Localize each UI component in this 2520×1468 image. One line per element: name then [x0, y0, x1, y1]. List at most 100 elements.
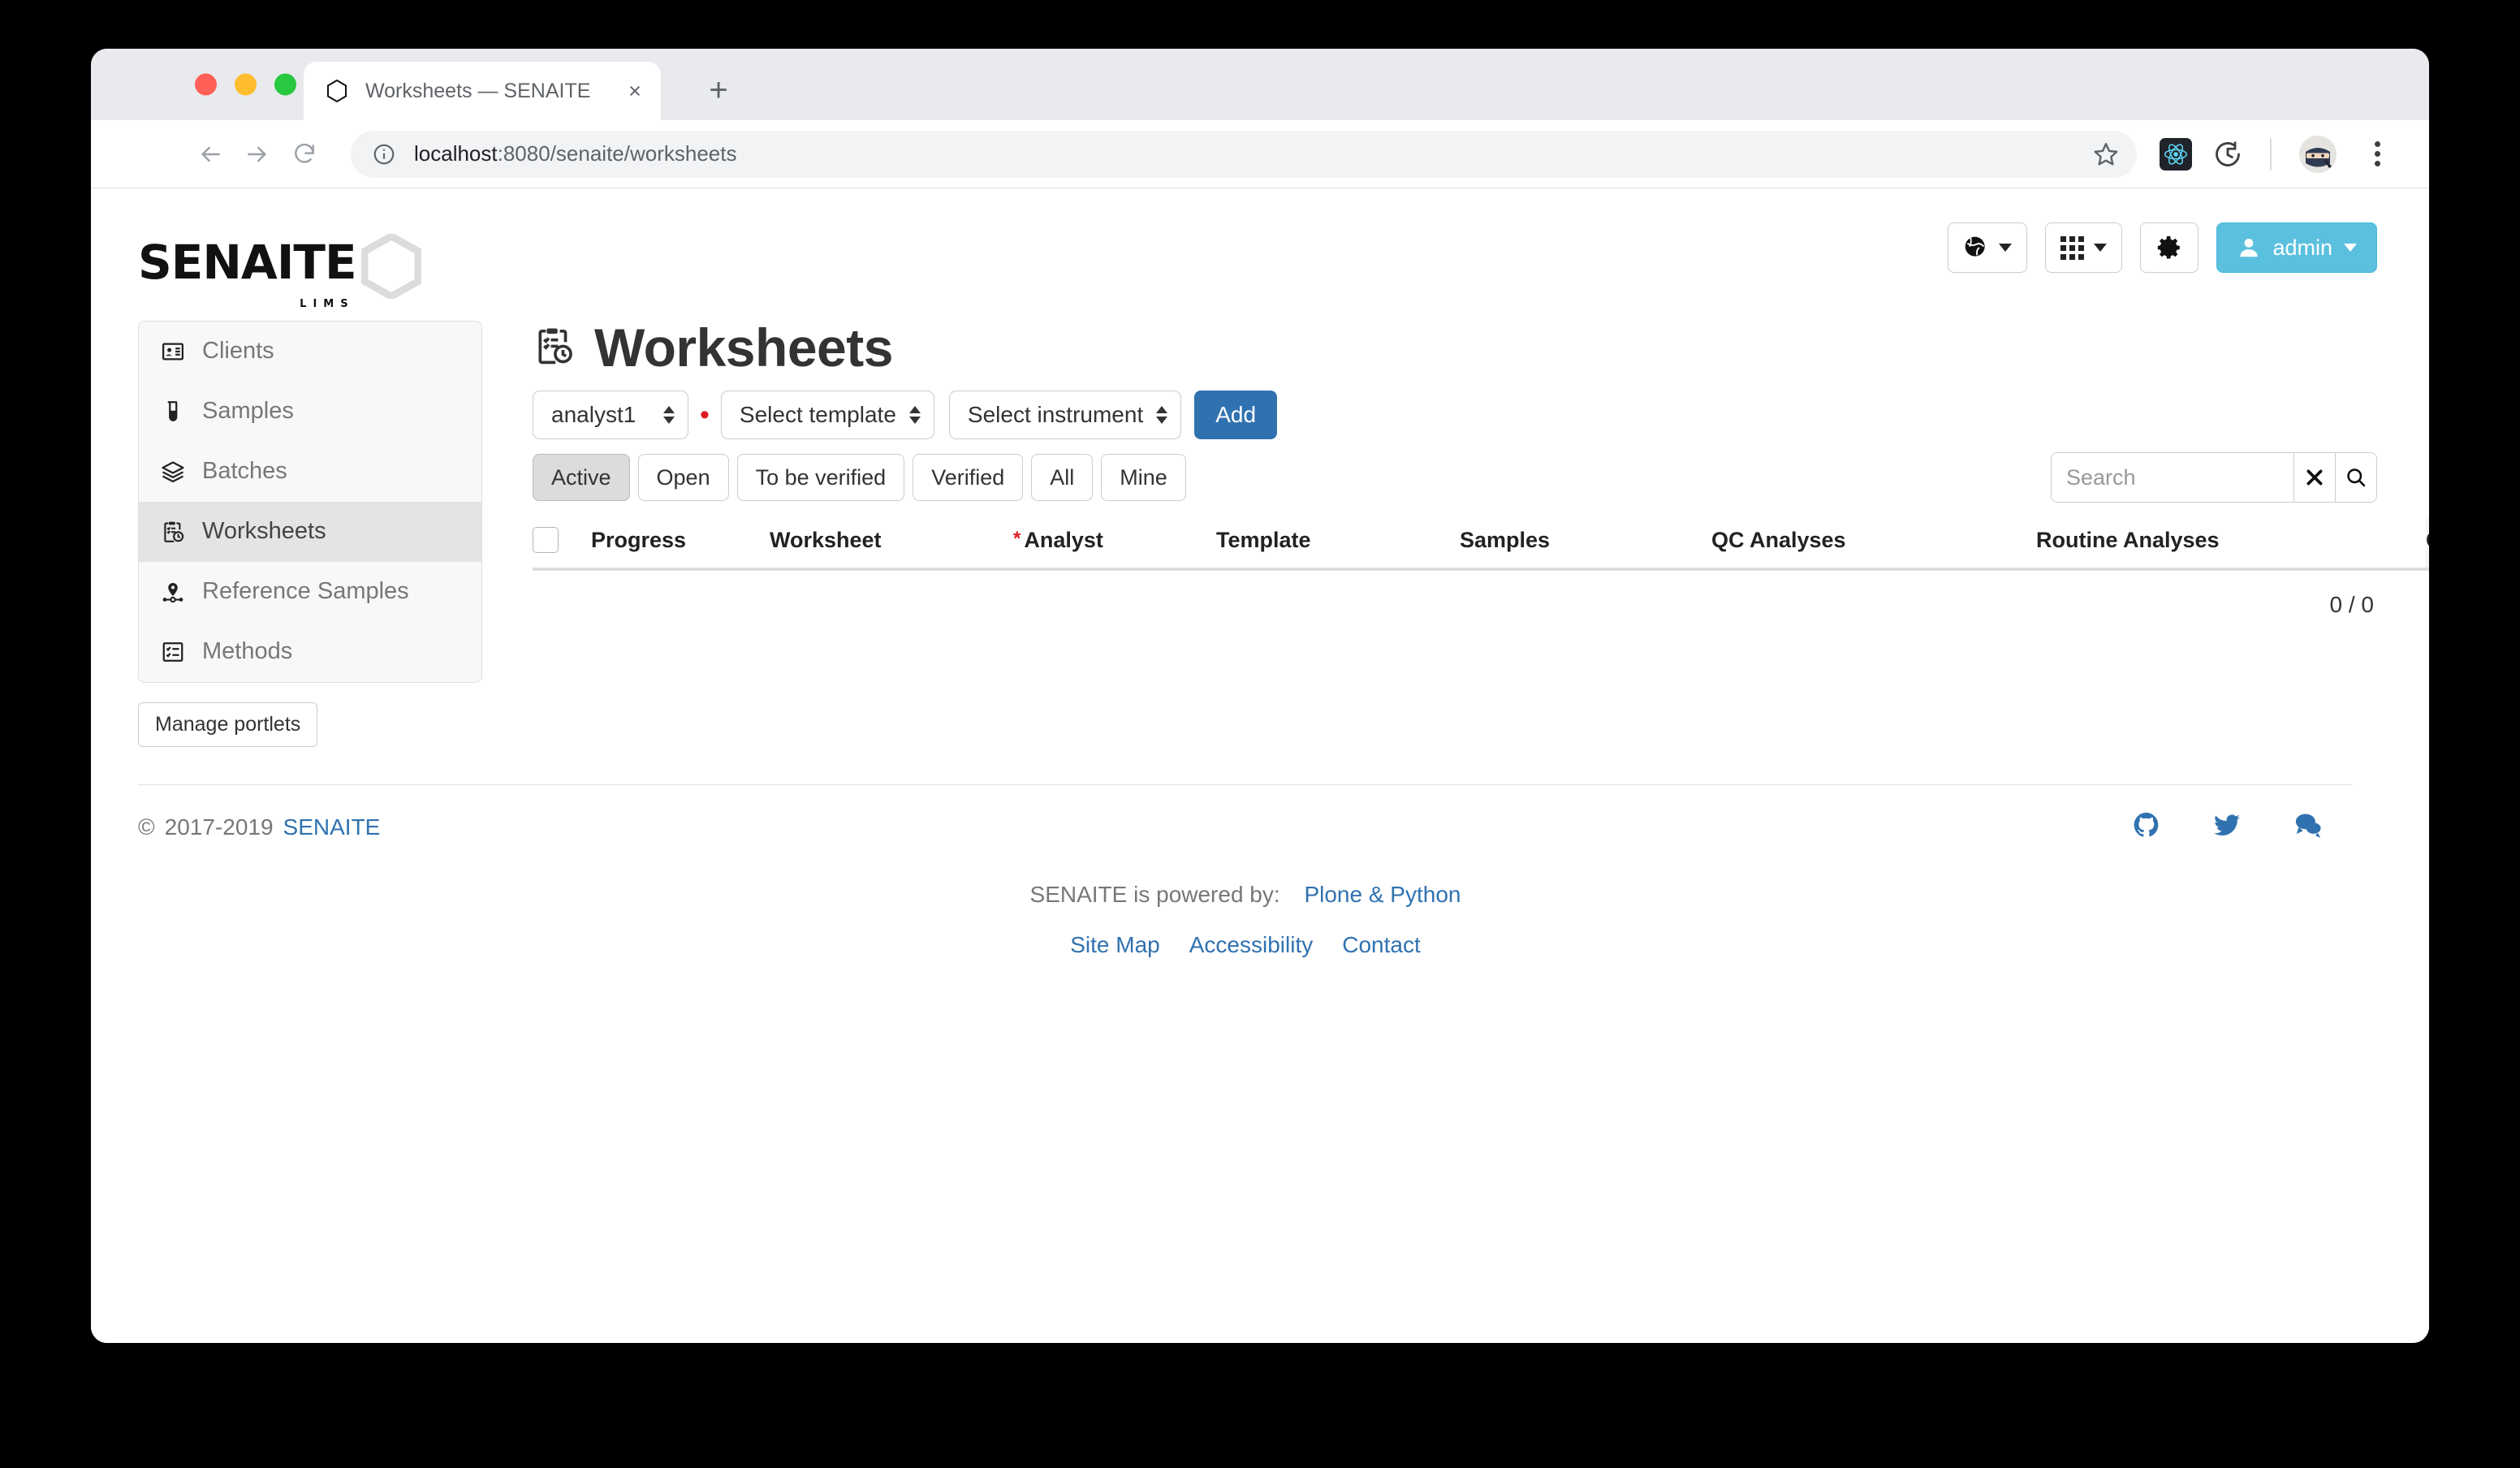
- sidebar-item-batches[interactable]: Batches: [139, 442, 481, 502]
- language-selector-button[interactable]: [1948, 222, 2028, 273]
- tab-to-be-verified[interactable]: To be verified: [736, 454, 905, 501]
- reload-icon[interactable]: [281, 131, 328, 178]
- copyright: © 2017-2019 SENAITE: [138, 814, 380, 840]
- settings-button[interactable]: [2140, 222, 2199, 273]
- sidebar-item-methods[interactable]: Methods: [139, 622, 481, 682]
- worksheets-listing: Progress Worksheet * Analyst Template Sam…: [533, 516, 2429, 618]
- sidebar-item-reference-samples[interactable]: Reference Samples: [139, 562, 481, 622]
- forward-arrow-icon[interactable]: [234, 131, 281, 178]
- site-map-link[interactable]: Site Map: [1070, 932, 1160, 958]
- browser-extensions: [2160, 135, 2397, 174]
- sidebar-item-label: Reference Samples: [202, 578, 409, 604]
- tab-open[interactable]: Open: [637, 454, 729, 501]
- footer-center: SENAITE is powered by: Plone & Python Si…: [114, 882, 2377, 958]
- search-group: [2051, 452, 2377, 503]
- select-all-checkbox[interactable]: [533, 527, 559, 553]
- copyright-symbol: ©: [138, 814, 155, 840]
- minimize-window-button[interactable]: [235, 73, 257, 96]
- sidebar-item-label: Clients: [202, 338, 274, 364]
- senaite-hexagon-icon: [325, 79, 349, 103]
- browser-tab[interactable]: Worksheets — SENAITE ×: [304, 62, 661, 120]
- navigation-portlet: Clients Samples Batches Worksheets Refer…: [138, 321, 482, 683]
- add-worksheet-button[interactable]: Add: [1194, 391, 1278, 439]
- kebab-menu-icon[interactable]: [2358, 135, 2397, 174]
- copyright-senaite-link[interactable]: SENAITE: [283, 814, 381, 840]
- analyst-select-value: analyst1: [551, 402, 636, 427]
- search-input[interactable]: [2052, 453, 2293, 502]
- chat-icon[interactable]: [2293, 810, 2324, 844]
- tab-verified[interactable]: Verified: [913, 454, 1024, 501]
- sidebar-item-samples[interactable]: Samples: [139, 382, 481, 442]
- grid-dots-icon: [2060, 235, 2085, 260]
- close-window-button[interactable]: [195, 73, 217, 96]
- column-samples[interactable]: Samples: [1460, 516, 1711, 571]
- page-title-row: Worksheets: [533, 321, 2377, 374]
- select-arrows-icon: [908, 406, 921, 424]
- footer-links: Site Map Accessibility Contact: [114, 932, 2377, 958]
- close-icon[interactable]: ×: [617, 73, 653, 109]
- manage-portlets-button[interactable]: Manage portlets: [138, 702, 318, 747]
- column-analyst[interactable]: * Analyst: [1013, 516, 1216, 571]
- new-tab-icon[interactable]: +: [700, 71, 737, 109]
- sidebar-item-clients[interactable]: Clients: [139, 322, 481, 382]
- history-clock-icon[interactable]: [2213, 140, 2242, 169]
- column-qc-analyses[interactable]: QC Analyses: [1711, 516, 2036, 571]
- contact-link[interactable]: Contact: [1342, 932, 1421, 958]
- info-circle-icon[interactable]: [372, 142, 396, 166]
- star-icon[interactable]: [2083, 132, 2129, 177]
- select-arrows-icon: [1156, 406, 1168, 424]
- react-devtools-icon[interactable]: [2160, 137, 2192, 171]
- url-host: localhost: [414, 141, 498, 166]
- analyst-select[interactable]: analyst1: [533, 391, 688, 439]
- powered-by-label: SENAITE is powered by:: [1029, 882, 1280, 907]
- worksheet-add-form: analyst1 • Select template Select instru…: [533, 391, 2377, 439]
- column-template[interactable]: Template: [1216, 516, 1460, 571]
- back-arrow-icon[interactable]: [187, 131, 234, 178]
- template-select[interactable]: Select template: [720, 391, 934, 439]
- layers-icon: [160, 459, 186, 485]
- sidebar-item-label: Methods: [202, 638, 293, 664]
- select-arrows-icon: [663, 406, 675, 424]
- sidebar-item-worksheets[interactable]: Worksheets: [139, 502, 481, 562]
- map-marker-icon: [160, 579, 186, 605]
- column-worksheet[interactable]: Worksheet: [770, 516, 1013, 571]
- main-content: Worksheets analyst1 • Select template Se…: [533, 321, 2429, 618]
- tab-mine[interactable]: Mine: [1101, 454, 1186, 501]
- worksheets-table: Progress Worksheet * Analyst Template Sam…: [533, 516, 2429, 571]
- logo-subtitle: LIMS: [300, 298, 355, 310]
- site-header: SENAITE LIMS admin: [91, 188, 2429, 310]
- powered-by-link[interactable]: Plone & Python: [1304, 882, 1461, 907]
- page-body: Clients Samples Batches Worksheets Refer…: [91, 303, 2429, 747]
- social-links: [2132, 810, 2353, 844]
- required-asterisk: *: [1013, 527, 1021, 550]
- apps-grid-button[interactable]: [2045, 222, 2123, 273]
- toolbar-divider: [2270, 137, 2272, 171]
- column-routine-analyses[interactable]: Routine Analyses: [2036, 516, 2426, 571]
- tab-active[interactable]: Active: [533, 454, 630, 501]
- submit-search-button[interactable]: [2334, 453, 2376, 502]
- twitter-icon[interactable]: [2211, 810, 2242, 844]
- tab-all[interactable]: All: [1031, 454, 1094, 501]
- instrument-select[interactable]: Select instrument: [948, 391, 1182, 439]
- maximize-window-button[interactable]: [274, 73, 296, 96]
- chevron-down-icon: [2094, 244, 2108, 252]
- required-marker: •: [700, 399, 710, 430]
- address-bar-url: localhost:8080/senaite/worksheets: [414, 141, 736, 166]
- user-menu-label: admin: [2272, 235, 2332, 260]
- column-created[interactable]: Created▼: [2426, 516, 2429, 571]
- github-icon[interactable]: [2132, 810, 2161, 844]
- column-progress[interactable]: Progress: [591, 516, 770, 571]
- accessibility-link[interactable]: Accessibility: [1189, 932, 1313, 958]
- footer-top: © 2017-2019 SENAITE: [114, 785, 2377, 844]
- senaite-logo[interactable]: SENAITE LIMS: [138, 231, 422, 310]
- sidebar-item-label: Worksheets: [202, 518, 326, 544]
- user-menu-button[interactable]: admin: [2216, 222, 2377, 273]
- column-select-all: [533, 516, 591, 571]
- filters-row: Active Open To be verified Verified All …: [533, 452, 2377, 503]
- logo-wordmark: SENAITE: [138, 235, 357, 290]
- ninja-avatar[interactable]: [2299, 135, 2337, 173]
- url-path: :8080/senaite/worksheets: [497, 141, 737, 166]
- sidebar-item-label: Samples: [202, 398, 294, 424]
- address-bar[interactable]: localhost:8080/senaite/worksheets: [351, 130, 2137, 178]
- clear-search-button[interactable]: [2293, 453, 2335, 502]
